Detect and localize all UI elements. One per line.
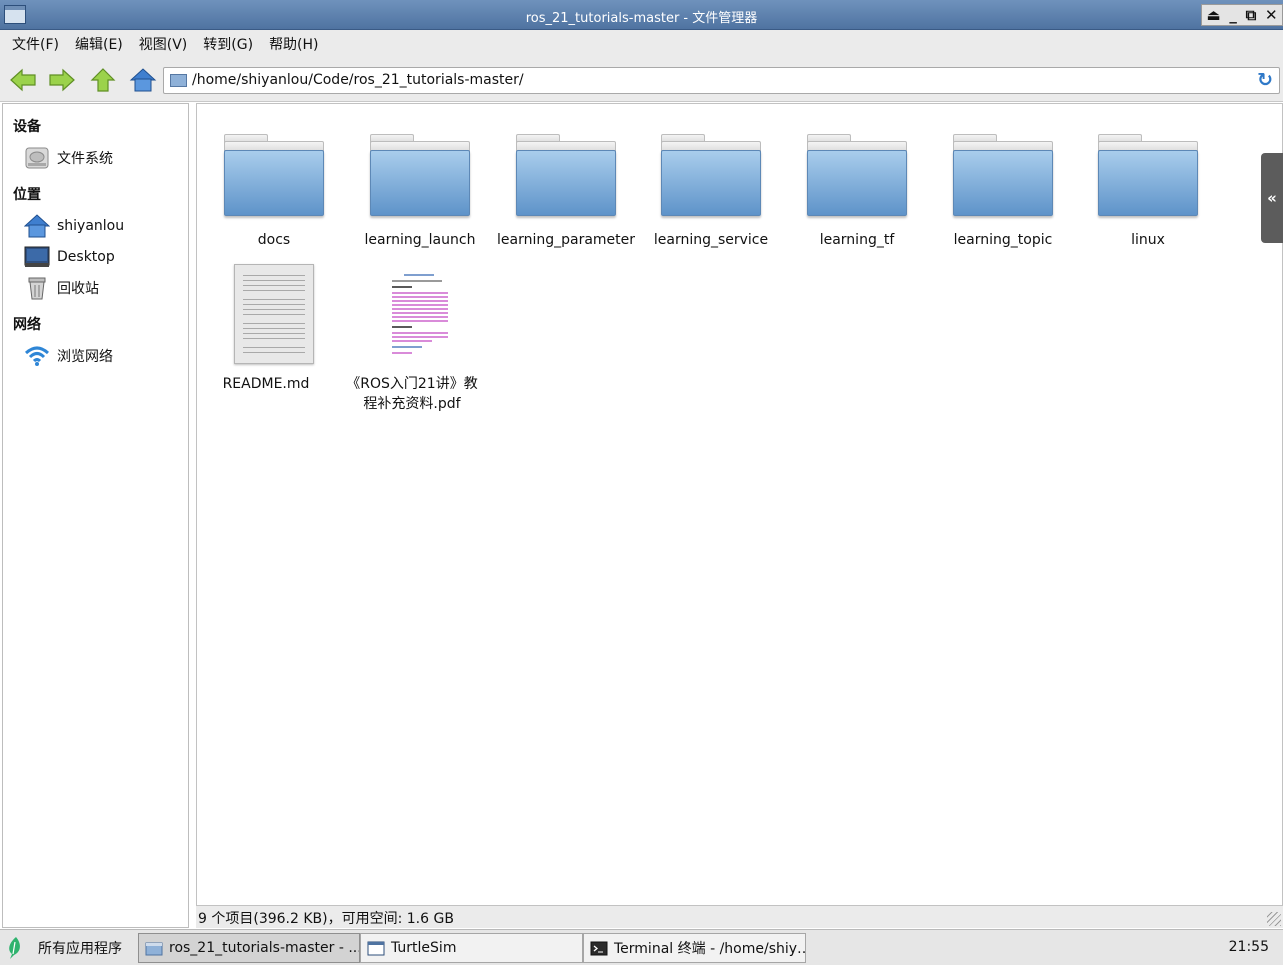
- app-menu-icon: [9, 937, 20, 959]
- menu-file[interactable]: 文件(F): [12, 34, 59, 54]
- folder-icon: [807, 134, 907, 218]
- file-name: learning_service: [653, 232, 769, 248]
- folder-icon: [170, 74, 187, 87]
- minimize-icon[interactable]: _: [1229, 6, 1237, 24]
- status-text: 9 个项目(396.2 KB)，可用空间: 1.6 GB: [198, 911, 454, 927]
- file-view[interactable]: docs learning_launch learning_parameter …: [196, 103, 1283, 906]
- file-name: learning_topic: [953, 232, 1053, 248]
- folder-item[interactable]: learning_service: [641, 134, 781, 264]
- folder-icon: [953, 134, 1053, 218]
- menu-bar: 文件(F) 编辑(E) 视图(V) 转到(G) 帮助(H): [0, 30, 1283, 58]
- folder-item[interactable]: learning_parameter: [496, 134, 636, 264]
- trash-icon: [23, 276, 51, 300]
- window-titlebar[interactable]: ros_21_tutorials-master - 文件管理器 ⏏ _ ⧉ ✕: [0, 0, 1283, 30]
- address-path: /home/shiyanlou/Code/ros_21_tutorials-ma…: [192, 72, 524, 88]
- sidebar-header-network: 网络: [13, 317, 41, 333]
- wifi-icon: [23, 344, 51, 368]
- sidebar-item-desktop[interactable]: Desktop: [23, 244, 115, 270]
- arrow-up-icon: [90, 68, 116, 92]
- file-name-line2: 程补充资料.pdf: [363, 396, 461, 412]
- file-name: README.md: [222, 376, 310, 392]
- file-name-line1: 《ROS入门21讲》教: [346, 376, 478, 392]
- taskbar-item-file-manager[interactable]: ros_21_tutorials-master - ...: [138, 933, 360, 963]
- start-menu-button[interactable]: 所有应用程序: [6, 934, 122, 962]
- window-controls: ⏏ _ ⧉ ✕: [1201, 4, 1283, 26]
- arrow-right-icon: [49, 68, 75, 92]
- folder-icon: [145, 942, 163, 955]
- side-panel-toggle[interactable]: «: [1261, 153, 1283, 243]
- sidebar-item-label: 回收站: [57, 281, 99, 297]
- file-name: learning_tf: [819, 232, 895, 248]
- close-icon[interactable]: ✕: [1265, 6, 1278, 24]
- terminal-icon: [590, 941, 608, 955]
- folder-item[interactable]: linux: [1078, 134, 1218, 264]
- task-label: Terminal 终端 - /home/shiy…: [614, 941, 806, 957]
- maximize-icon[interactable]: ⧉: [1246, 6, 1257, 24]
- sidebar: 设备 文件系统 位置 shiyanlou Desktop 回收站 网络 浏览网络: [2, 103, 189, 928]
- folder-icon: [661, 134, 761, 218]
- clock[interactable]: 21:55: [1229, 939, 1269, 955]
- file-name: learning_parameter: [496, 232, 636, 248]
- resize-grip[interactable]: [1267, 912, 1281, 926]
- window-icon: [367, 941, 385, 955]
- harddisk-icon: [23, 146, 51, 170]
- folder-icon: [516, 134, 616, 218]
- sidebar-item-home[interactable]: shiyanlou: [23, 213, 124, 239]
- sidebar-header-places: 位置: [13, 187, 41, 203]
- taskbar-item-terminal[interactable]: Terminal 终端 - /home/shiy…: [583, 933, 806, 963]
- folder-item[interactable]: learning_launch: [350, 134, 490, 264]
- taskbar: 所有应用程序 ros_21_tutorials-master - ... Tur…: [0, 929, 1283, 965]
- arrow-left-icon: [10, 68, 36, 92]
- folder-icon: [1098, 134, 1198, 218]
- file-name: linux: [1131, 232, 1165, 248]
- shade-icon[interactable]: ⏏: [1206, 6, 1220, 24]
- forward-button[interactable]: [47, 66, 77, 94]
- task-label: ros_21_tutorials-master - ...: [169, 940, 360, 956]
- taskbar-item-turtlesim[interactable]: TurtleSim: [360, 933, 583, 963]
- task-label: TurtleSim: [391, 940, 457, 956]
- menu-edit[interactable]: 编辑(E): [75, 34, 123, 54]
- folder-item[interactable]: docs: [204, 134, 344, 264]
- home-icon: [129, 68, 157, 92]
- home-icon: [23, 214, 51, 238]
- menu-view[interactable]: 视图(V): [139, 34, 188, 54]
- menu-go[interactable]: 转到(G): [203, 34, 253, 54]
- sidebar-item-filesystem[interactable]: 文件系统: [23, 145, 113, 171]
- folder-icon: [370, 134, 470, 218]
- toolbar: /home/shiyanlou/Code/ros_21_tutorials-ma…: [0, 58, 1283, 102]
- file-item[interactable]: README.md: [196, 264, 336, 404]
- address-bar[interactable]: /home/shiyanlou/Code/ros_21_tutorials-ma…: [163, 67, 1280, 94]
- file-item[interactable]: 《ROS入门21讲》教 程补充资料.pdf: [342, 264, 482, 414]
- text-file-icon: [234, 264, 314, 364]
- sidebar-item-label: 文件系统: [57, 151, 113, 167]
- file-name: 《ROS入门21讲》教 程补充资料.pdf: [342, 374, 482, 414]
- sidebar-item-browse-network[interactable]: 浏览网络: [23, 343, 113, 369]
- sidebar-header-devices: 设备: [13, 119, 41, 135]
- file-name: docs: [257, 232, 291, 248]
- start-label: 所有应用程序: [38, 941, 122, 957]
- sidebar-item-label: 浏览网络: [57, 349, 113, 365]
- sidebar-item-label: Desktop: [57, 249, 115, 265]
- pdf-file-icon: [388, 270, 452, 356]
- up-button[interactable]: [88, 66, 118, 94]
- reload-icon[interactable]: ↻: [1257, 69, 1273, 91]
- status-bar: 9 个项目(396.2 KB)，可用空间: 1.6 GB: [196, 906, 1283, 928]
- window-title: ros_21_tutorials-master - 文件管理器: [525, 11, 758, 26]
- sidebar-item-label: shiyanlou: [57, 218, 125, 234]
- folder-icon: [224, 134, 324, 218]
- menu-help[interactable]: 帮助(H): [269, 34, 318, 54]
- folder-item[interactable]: learning_topic: [933, 134, 1073, 264]
- sidebar-item-trash[interactable]: 回收站: [23, 275, 99, 301]
- back-button[interactable]: [8, 66, 38, 94]
- home-button[interactable]: [128, 66, 158, 94]
- desktop-icon: [23, 245, 51, 269]
- file-name: learning_launch: [364, 232, 476, 248]
- folder-item[interactable]: learning_tf: [787, 134, 927, 264]
